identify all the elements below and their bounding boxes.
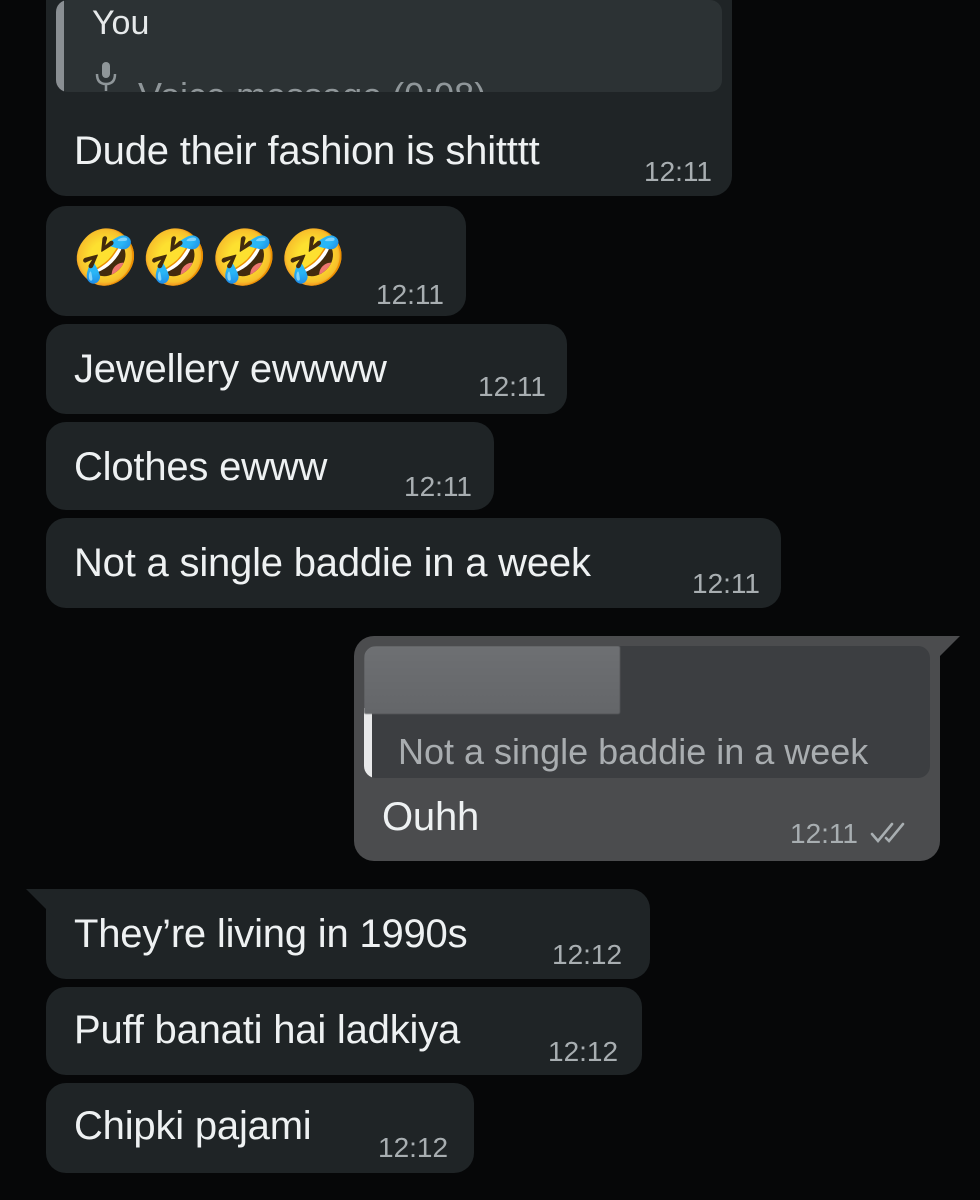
message-time: 12:11 bbox=[790, 819, 910, 851]
message-bubble-incoming[interactable]: 🤣🤣🤣🤣 12:11 bbox=[46, 206, 466, 316]
bubble-tail-outgoing bbox=[932, 636, 960, 664]
quote-sender: You bbox=[92, 4, 150, 42]
message-text: Jewellery ewwww bbox=[74, 347, 387, 391]
message-bubble-incoming[interactable]: Not a single baddie in a week 12:11 bbox=[46, 518, 781, 608]
message-time-text: 12:11 bbox=[790, 818, 858, 849]
message-bubble-incoming[interactable]: Clothes ewww 12:11 bbox=[46, 422, 494, 510]
message-time: 12:12 bbox=[378, 1132, 449, 1163]
quote-accent-bar bbox=[56, 0, 64, 92]
mic-icon bbox=[94, 62, 118, 92]
message-time: 12:12 bbox=[552, 939, 623, 970]
message-bubble-incoming[interactable]: You Voice message (0:08) Dude their fash… bbox=[46, 0, 732, 196]
message-bubble-incoming[interactable]: They’re living in 1990s 12:12 bbox=[46, 889, 650, 979]
message-text: Puff banati hai ladkiya bbox=[74, 1008, 461, 1052]
emoji-message: 🤣🤣🤣🤣 bbox=[72, 228, 349, 288]
message-text: They’re living in 1990s bbox=[74, 912, 468, 956]
redacted-sender-name bbox=[364, 646, 620, 714]
quote-body: Not a single baddie in a week bbox=[398, 731, 869, 772]
double-check-icon bbox=[870, 821, 910, 851]
message-bubble-incoming[interactable]: Puff banati hai ladkiya 12:12 bbox=[46, 987, 642, 1075]
message-text: Clothes ewww bbox=[74, 445, 328, 489]
message-bubble-incoming[interactable]: Chipki pajami 12:12 bbox=[46, 1083, 474, 1173]
message-text: Ouhh bbox=[382, 795, 480, 839]
message-time: 12:11 bbox=[404, 471, 472, 502]
reply-quote[interactable]: Not a single baddie in a week bbox=[364, 646, 930, 778]
bubble-tail-incoming bbox=[26, 889, 54, 917]
quote-accent-bar bbox=[364, 708, 372, 778]
message-bubble-incoming[interactable]: Jewellery ewwww 12:11 bbox=[46, 324, 567, 414]
message-text: Dude their fashion is shitttt bbox=[74, 129, 540, 173]
message-bubble-outgoing[interactable]: Not a single baddie in a week Ouhh 12:11 bbox=[354, 636, 940, 861]
message-time: 12:11 bbox=[644, 156, 712, 187]
reply-quote[interactable]: You Voice message (0:08) bbox=[56, 0, 722, 92]
message-time: 12:11 bbox=[376, 279, 444, 310]
message-time: 12:12 bbox=[548, 1036, 619, 1067]
message-time: 12:11 bbox=[692, 568, 760, 599]
message-time: 12:11 bbox=[478, 371, 546, 402]
quote-body: Voice message (0:08) bbox=[138, 76, 486, 93]
message-text: Chipki pajami bbox=[74, 1104, 312, 1148]
message-text: Not a single baddie in a week bbox=[74, 541, 591, 585]
